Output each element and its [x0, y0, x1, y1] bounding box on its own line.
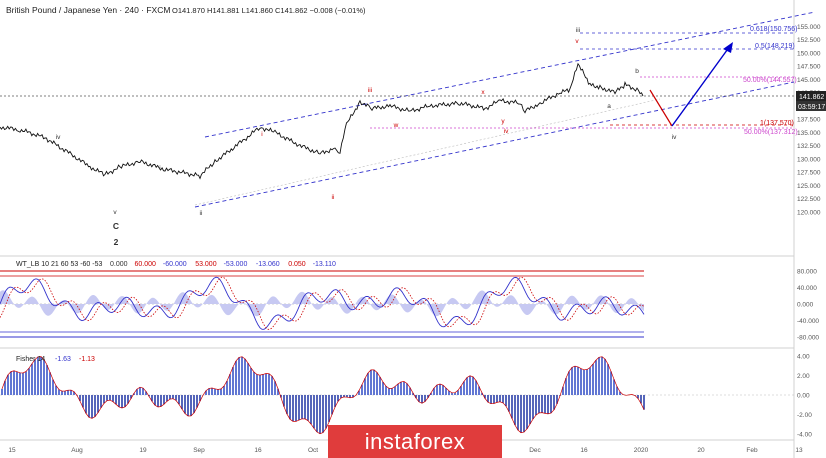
wt-legend-value: 0.050: [288, 261, 306, 268]
fib-50a-label: 50.00%(144.557): [743, 77, 797, 84]
chart-canvas: 0.618(150.756) 0.5(148.219) 50.00%(144.5…: [0, 0, 826, 458]
wt-legend-title: WT_LB 10 21 60 53 -60 -53: [16, 261, 102, 268]
time-tick-label: 16: [580, 447, 588, 454]
time-tick-label: 2020: [634, 447, 649, 454]
price-tick-label: 150.000: [797, 50, 821, 57]
time-tick-label: Oct: [308, 447, 318, 454]
price-tick-label: 132.500: [797, 143, 821, 150]
wave-label: i: [261, 131, 262, 138]
wave-label: ii: [332, 194, 335, 201]
wt-tick-label: 40.000: [797, 285, 817, 292]
price-tick-label: 145.000: [797, 77, 821, 84]
wt-legend-value: 53.000: [195, 261, 217, 268]
wave-label: v: [575, 38, 579, 45]
time-tick-label: 20: [697, 447, 705, 454]
price-tick-label: 130.000: [797, 156, 821, 163]
fisher-legend-value: -1.13: [79, 356, 95, 363]
countdown-value: 03:59:17: [798, 104, 825, 111]
price-tick-label: 135.000: [797, 130, 821, 137]
wave-label: ii: [200, 210, 203, 217]
wt-legend-value: 0.000: [110, 261, 128, 268]
symbol-title: British Pound / Japanese Yen · 240 · FXC…: [6, 5, 170, 15]
wave-label: i: [159, 165, 160, 172]
wave-label: iv: [504, 128, 509, 135]
price-tick-label: 155.000: [797, 24, 821, 31]
price-tick-label: 125.000: [797, 183, 821, 190]
wt-tick-label: -40.000: [797, 318, 819, 325]
wt-tick-label: 80.000: [797, 269, 817, 276]
price-tick-label: 127.500: [797, 170, 821, 177]
wave-label: y: [501, 118, 505, 125]
wt-legend-values: 0.000 60.000 -60.000 53.000 -53.000 -13.060 0.…: [110, 261, 336, 268]
wave-label: x: [481, 89, 485, 96]
time-tick-label: 13: [795, 447, 803, 454]
wave-label: iii: [576, 27, 580, 34]
fib-1-label: 1(137.570): [760, 120, 794, 127]
wt-line-1: [0, 276, 645, 330]
fisher-tick-label: -2.00: [797, 412, 812, 419]
price-axis[interactable]: 155.000152.500150.000147.500145.000142.5…: [797, 24, 821, 217]
wave-label: v: [113, 209, 117, 216]
wave-label: 2: [114, 237, 119, 247]
time-tick-label: 16: [254, 447, 262, 454]
time-tick-label: Sep: [193, 447, 205, 454]
price-tick-label: 147.500: [797, 64, 821, 71]
wt-indicator-panel: WT_LB 10 21 60 53 -60 -53 0.000 60.000 -60…: [0, 261, 819, 349]
wt-axis: 80.000 40.000 0.000 -40.000 -80.000: [797, 269, 819, 342]
fisher-axis: 4.00 2.00 0.00 -2.00 -4.00: [797, 353, 812, 438]
wt-tick-label: -80.000: [797, 334, 819, 341]
ohlc-readout: O141.870 H141.881 L141.860 C141.862 −0.0…: [172, 6, 366, 15]
time-tick-label: Feb: [746, 447, 758, 454]
time-tick-label: 19: [139, 447, 147, 454]
wave-labels: ivvC2iiiiiiiiiwxyivviiiabiv: [56, 27, 677, 247]
wt-legend-value: -60.000: [163, 261, 187, 268]
fisher-legend-title: Fisher 14: [16, 356, 45, 363]
fisher-legend-value: -1.63: [55, 356, 71, 363]
fisher-legend-values: -1.63 -1.13: [55, 356, 95, 363]
fib-50b-label: 50.00%(137.312): [744, 129, 798, 136]
price-tick-label: 152.500: [797, 37, 821, 44]
wave-label: iv: [672, 134, 677, 141]
time-tick-label: 15: [8, 447, 16, 454]
wave-label: w: [393, 122, 399, 129]
wave-label: C: [113, 221, 119, 231]
wave-label: a: [607, 103, 611, 110]
wt-legend-value: -13.060: [256, 261, 280, 268]
time-tick-label: Aug: [71, 447, 83, 454]
fisher-tick-label: 0.00: [797, 393, 810, 400]
projection-arrow-head: [723, 42, 733, 53]
projection-up-line: [671, 45, 731, 127]
price-tick-label: 120.000: [797, 209, 821, 216]
price-tick-label: 137.500: [797, 117, 821, 124]
fisher-histogram: [1, 356, 645, 434]
fisher-tick-label: 2.00: [797, 373, 810, 380]
fisher-tick-label: 4.00: [797, 353, 810, 360]
price-series-line: [0, 62, 644, 180]
wave-label: b: [635, 68, 639, 75]
wt-legend-value: -53.000: [224, 261, 248, 268]
time-tick-label: Dec: [529, 447, 541, 454]
price-tick-label: 122.500: [797, 196, 821, 203]
wt-tick-label: 0.000: [797, 302, 814, 309]
upper-channel-line: [204, 11, 816, 138]
fib-5-label: 0.5(148.219): [755, 43, 795, 50]
wave-label: iv: [56, 134, 61, 141]
instaforex-logo: instaforex: [328, 425, 502, 458]
current-price-value: 141.862: [799, 94, 824, 101]
lower-channel-line: [194, 81, 795, 208]
wave-ii-channel-line: [194, 98, 661, 206]
wt-legend-value: 60.000: [135, 261, 157, 268]
wave-label: iii: [368, 87, 372, 94]
wt-legend-value: -13.110: [313, 261, 336, 268]
fib-618-label: 0.618(150.756): [750, 26, 797, 33]
fisher-tick-label: -4.00: [797, 432, 812, 439]
price-panel: 0.618(150.756) 0.5(148.219) 50.00%(144.5…: [0, 0, 826, 458]
